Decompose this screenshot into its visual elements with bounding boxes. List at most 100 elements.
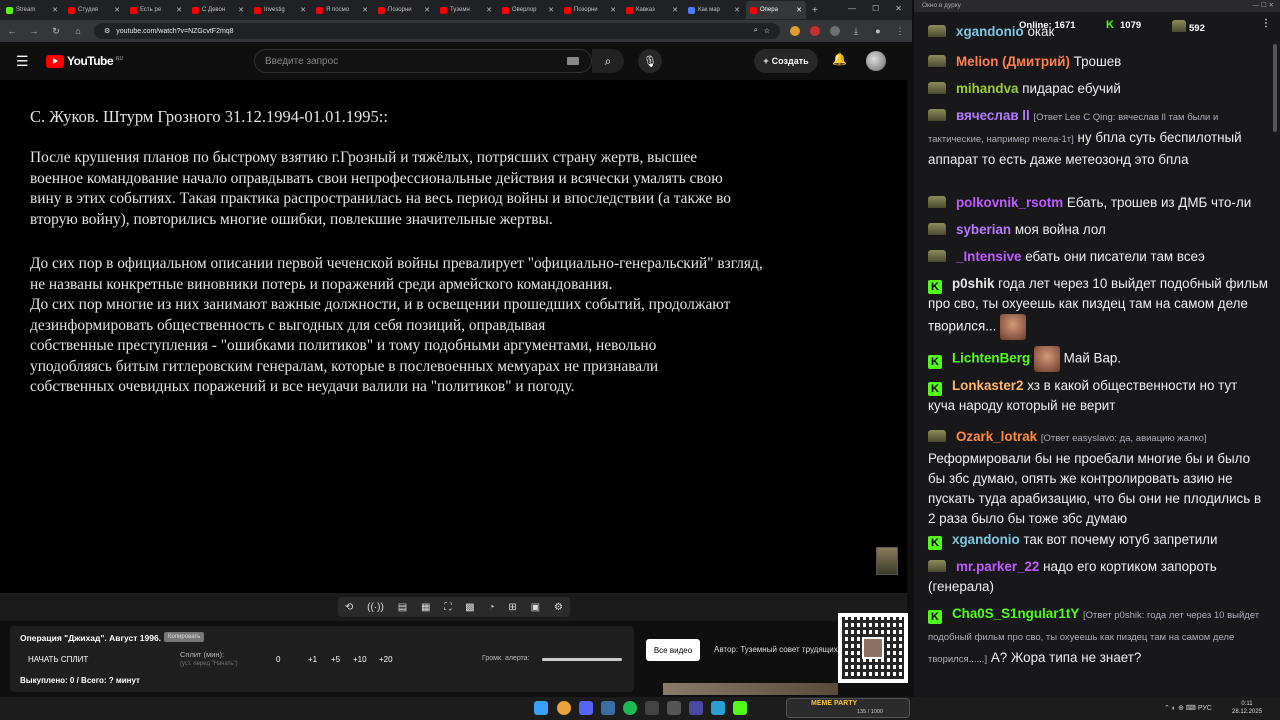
- kick-app-icon[interactable]: [733, 701, 747, 715]
- chat-username[interactable]: вячеслав ll: [956, 108, 1030, 123]
- tab-close-icon[interactable]: ✕: [672, 6, 678, 14]
- tab-close-icon[interactable]: ✕: [238, 6, 244, 14]
- discord-icon[interactable]: [579, 701, 593, 715]
- browser-tab[interactable]: Как мар ✕: [684, 1, 744, 19]
- site-info-icon[interactable]: ⚙: [104, 27, 110, 35]
- search-lens-icon[interactable]: ⌕: [754, 27, 758, 35]
- chat-username[interactable]: Lonkaster2: [952, 378, 1023, 393]
- broadcast-icon[interactable]: ((·)): [367, 602, 384, 613]
- clock[interactable]: 0:11 28.12.2025: [1232, 700, 1262, 716]
- steam-icon[interactable]: [601, 701, 615, 715]
- maximize-icon[interactable]: ☐: [872, 4, 879, 13]
- video-player[interactable]: С. Жуков. Штурм Грозного 31.12.1994-01.0…: [0, 80, 907, 593]
- loop-icon[interactable]: ⟲: [345, 602, 353, 613]
- menu-icon[interactable]: ⋮: [894, 26, 906, 37]
- home-icon[interactable]: ⌂: [72, 26, 84, 36]
- channel-watermark[interactable]: [876, 547, 898, 575]
- chat-username[interactable]: Cha0S_S1ngular1tY: [952, 606, 1079, 621]
- alert-volume-slider[interactable]: [542, 658, 622, 661]
- hamburger-menu-icon[interactable]: ☰: [16, 53, 30, 70]
- chat-scrollbar[interactable]: [1273, 44, 1277, 132]
- back-icon[interactable]: ←: [6, 26, 18, 36]
- all-videos-button[interactable]: Все видео: [646, 639, 700, 661]
- telegram-icon[interactable]: [711, 701, 725, 715]
- grid-icon[interactable]: ▩: [465, 602, 474, 613]
- spotify-icon[interactable]: [623, 701, 637, 715]
- browser-tab[interactable]: Я посмо ✕: [312, 1, 372, 19]
- browser-tab[interactable]: Туземн ✕: [436, 1, 496, 19]
- start-menu-icon[interactable]: [534, 701, 548, 715]
- app-icon[interactable]: [667, 701, 681, 715]
- chat-username[interactable]: LichtenBerg: [952, 351, 1030, 366]
- app-icon[interactable]: [689, 701, 703, 715]
- tab-close-icon[interactable]: ✕: [52, 6, 58, 14]
- chat-username[interactable]: mihandva: [956, 81, 1019, 96]
- youtube-logo[interactable]: YouTube RU: [46, 54, 123, 68]
- meme-party-widget[interactable]: MEME PARTY 135 / 1000: [786, 698, 910, 718]
- extension-icon[interactable]: [830, 26, 840, 36]
- avatar[interactable]: [866, 51, 886, 71]
- tab-close-icon[interactable]: ✕: [300, 6, 306, 14]
- browser-tab[interactable]: Позорни ✕: [374, 1, 434, 19]
- chat-username[interactable]: xgandonio: [952, 532, 1020, 547]
- browser-tab[interactable]: Stream ✕: [2, 1, 62, 19]
- chat-username[interactable]: mr.parker_22: [956, 559, 1039, 574]
- chat-window-controls[interactable]: — ☐ ✕: [1253, 1, 1274, 9]
- search-button[interactable]: ⌕: [592, 49, 624, 73]
- chat-username[interactable]: xgandonio: [956, 24, 1024, 39]
- chat-username[interactable]: _Intensive: [956, 249, 1022, 264]
- split-value-button[interactable]: +1: [308, 655, 317, 664]
- copy-badge-button[interactable]: Копировать: [164, 632, 205, 642]
- reload-icon[interactable]: ↻: [50, 26, 62, 37]
- extension-icon[interactable]: [790, 26, 800, 36]
- browser-tab[interactable]: Опера ✕: [746, 1, 806, 19]
- frame-icon[interactable]: ⊞: [508, 602, 516, 613]
- bookmark-star-icon[interactable]: ☆: [764, 27, 770, 35]
- browser-tab[interactable]: Investig ✕: [250, 1, 310, 19]
- address-bar[interactable]: ⚙ youtube.com/watch?v=NZGcvtF2mq8 ⌕ ☆: [94, 23, 780, 39]
- settings-gear-icon[interactable]: ⚙: [554, 602, 563, 613]
- extension-icon[interactable]: [810, 26, 820, 36]
- tab-close-icon[interactable]: ✕: [796, 6, 802, 14]
- split-value-button[interactable]: +10: [353, 655, 367, 664]
- chat-username[interactable]: Ozark_lotrak: [956, 429, 1037, 444]
- split-value-button[interactable]: +5: [331, 655, 340, 664]
- browser-tab[interactable]: Оверлор ✕: [498, 1, 558, 19]
- profile-icon[interactable]: ●: [872, 26, 884, 36]
- tab-close-icon[interactable]: ✕: [362, 6, 368, 14]
- minimize-icon[interactable]: —: [848, 4, 856, 13]
- browser-tab[interactable]: Есть ре ✕: [126, 1, 186, 19]
- browser-tab[interactable]: С Девон ✕: [188, 1, 248, 19]
- clip-icon[interactable]: ▦: [421, 602, 430, 613]
- tab-close-icon[interactable]: ✕: [424, 6, 430, 14]
- tab-close-icon[interactable]: ✕: [486, 6, 492, 14]
- tab-close-icon[interactable]: ✕: [176, 6, 182, 14]
- forward-icon[interactable]: →: [28, 26, 40, 36]
- new-tab-button[interactable]: +: [812, 5, 818, 16]
- browser-tab[interactable]: Позорни ✕: [560, 1, 620, 19]
- chat-username[interactable]: p0shik: [952, 276, 994, 291]
- chat-username[interactable]: syberian: [956, 222, 1011, 237]
- notifications-bell-icon[interactable]: 🔔: [832, 52, 847, 66]
- screenshot-icon[interactable]: ▣: [531, 602, 540, 613]
- system-tray[interactable]: ⌃ ◐ ⊕ ⌨ РУС: [1164, 704, 1212, 712]
- split-value-button[interactable]: 0: [276, 655, 280, 664]
- chat-username[interactable]: Melion (Дмитрий): [956, 54, 1070, 69]
- close-window-icon[interactable]: ✕: [895, 4, 902, 13]
- search-input[interactable]: Введите запрос: [254, 49, 592, 73]
- app-icon[interactable]: [645, 701, 659, 715]
- tab-close-icon[interactable]: ✕: [610, 6, 616, 14]
- keyboard-icon[interactable]: [567, 57, 579, 65]
- browser-tab[interactable]: Студия ✕: [64, 1, 124, 19]
- playlist-icon[interactable]: ▤: [398, 602, 407, 613]
- chrome-icon[interactable]: [557, 701, 571, 715]
- speed-icon[interactable]: ◔: [488, 602, 494, 613]
- fullscreen-icon[interactable]: ⛶: [444, 602, 451, 613]
- browser-tab[interactable]: Кавказ ✕: [622, 1, 682, 19]
- start-split-button[interactable]: НАЧАТЬ СПЛИТ: [28, 655, 88, 664]
- voice-search-button[interactable]: 🎙: [638, 49, 662, 73]
- tab-close-icon[interactable]: ✕: [548, 6, 554, 14]
- tab-close-icon[interactable]: ✕: [114, 6, 120, 14]
- tab-close-icon[interactable]: ✕: [734, 6, 740, 14]
- download-icon[interactable]: ⤓: [850, 26, 862, 37]
